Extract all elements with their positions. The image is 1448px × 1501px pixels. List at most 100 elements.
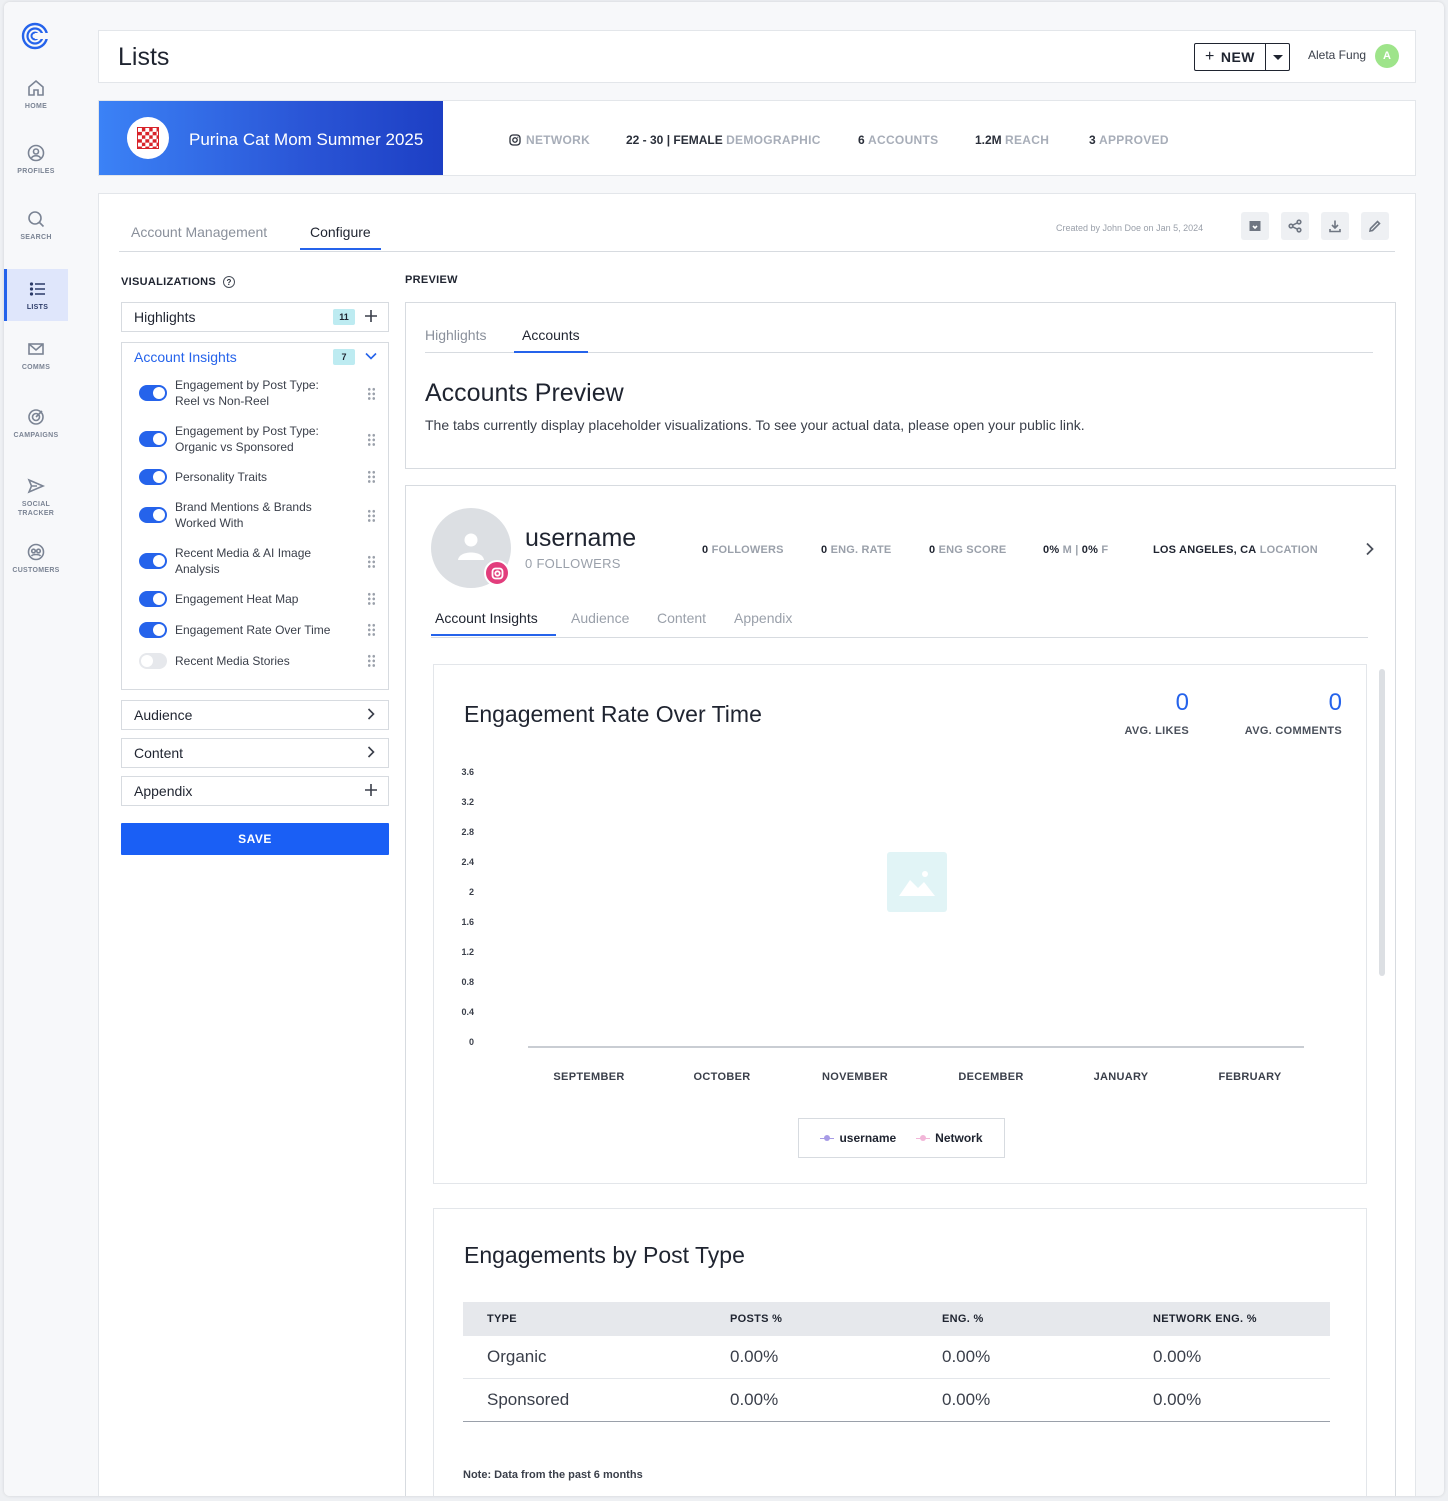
new-dropdown-button[interactable]: [1265, 44, 1289, 70]
y-tick-label: 1.2: [461, 947, 474, 957]
drag-handle-icon[interactable]: [367, 509, 376, 523]
nav-profiles-label: PROFILES: [17, 167, 55, 175]
toggle-switch[interactable]: [139, 469, 167, 485]
audience-header[interactable]: Audience: [122, 701, 388, 729]
new-button[interactable]: + NEW: [1195, 44, 1265, 70]
eng-score-label: ENG SCORE: [938, 544, 1007, 556]
next-account-button[interactable]: [1364, 542, 1376, 556]
plus-icon[interactable]: [364, 783, 378, 797]
mail-icon: [28, 342, 44, 355]
highlights-header[interactable]: Highlights 11: [122, 303, 388, 331]
nav-home[interactable]: HOME: [4, 68, 68, 120]
tab-account-management[interactable]: Account Management: [121, 224, 277, 248]
legend-item-username[interactable]: username: [820, 1131, 896, 1145]
highlights-count-badge: 11: [333, 309, 355, 325]
account-preview-card: username 0 FOLLOWERS 0 FOLLOWERS 0 ENG. …: [405, 485, 1396, 1496]
download-icon: [1329, 220, 1341, 233]
accounts-value: 6: [858, 133, 865, 147]
network-stat: NETWORK: [509, 133, 590, 147]
new-button-group: + NEW: [1194, 43, 1291, 71]
save-button[interactable]: SAVE: [121, 823, 389, 855]
nav-campaigns[interactable]: CAMPAIGNS: [4, 397, 68, 449]
tab-accounts[interactable]: Accounts: [514, 327, 588, 353]
account-insights-section: Account Insights 7 Engagement by Post Ty…: [121, 342, 389, 690]
tab-appendix[interactable]: Appendix: [734, 610, 792, 634]
eng-rate-stat: 0 ENG. RATE: [821, 544, 891, 556]
edit-button[interactable]: [1361, 212, 1389, 240]
header-network-eng: NETWORK ENG. %: [1153, 1313, 1257, 1325]
drag-handle-icon[interactable]: [367, 387, 376, 401]
chevron-right-icon[interactable]: [364, 707, 378, 721]
new-button-label: NEW: [1220, 49, 1256, 65]
nav-social-tracker[interactable]: SOCIAL TRACKER: [4, 469, 68, 525]
audience-section[interactable]: Audience: [121, 700, 389, 730]
appendix-section[interactable]: Appendix: [121, 776, 389, 806]
toggle-switch[interactable]: [139, 431, 167, 447]
toggle-row: Engagement by Post Type: Reel vs Non-Ree…: [122, 377, 388, 423]
table-row: Organic 0.00% 0.00% 0.00%: [463, 1336, 1330, 1379]
tab-account-insights[interactable]: Account Insights: [431, 610, 556, 636]
user-name[interactable]: Aleta Fung: [1308, 48, 1366, 62]
chevron-down-icon[interactable]: [364, 349, 378, 363]
account-insights-header[interactable]: Account Insights 7: [122, 343, 388, 371]
toggle-row: Brand Mentions & Brands Worked With: [122, 499, 388, 545]
content-section[interactable]: Content: [121, 738, 389, 768]
content-label: Content: [134, 745, 184, 761]
archive-button[interactable]: [1241, 212, 1269, 240]
drag-handle-icon[interactable]: [367, 433, 376, 447]
nav-lists-label: LISTS: [26, 303, 49, 311]
cell-posts: 0.00%: [730, 1347, 779, 1366]
nav-search[interactable]: SEARCH: [4, 199, 68, 251]
reach-label: REACH: [1005, 133, 1050, 147]
highlights-section[interactable]: Highlights 11: [121, 302, 389, 332]
brand-logo: [127, 117, 169, 159]
post-type-card: Engagements by Post Type TYPE POSTS % EN…: [433, 1208, 1367, 1496]
scrollbar[interactable]: [1379, 669, 1385, 976]
nav-lists[interactable]: LISTS: [4, 269, 68, 321]
toggle-switch[interactable]: [139, 507, 167, 523]
eng-rate-value: 0: [821, 544, 828, 556]
chevron-right-icon[interactable]: [364, 745, 378, 759]
download-button[interactable]: [1321, 212, 1349, 240]
followers-value: 0: [702, 544, 709, 556]
drag-handle-icon[interactable]: [367, 555, 376, 569]
approved-stat: 3 APPROVED: [1089, 133, 1169, 147]
help-icon[interactable]: ?: [223, 276, 236, 288]
share-button[interactable]: [1281, 212, 1309, 240]
table-row: Sponsored 0.00% 0.00% 0.00%: [463, 1379, 1330, 1422]
appendix-header[interactable]: Appendix: [122, 777, 388, 805]
nav-comms[interactable]: COMMS: [4, 329, 68, 381]
toggle-switch[interactable]: [139, 385, 167, 401]
demographic-stat: 22 - 30 | FEMALE DEMOGRAPHIC: [626, 133, 821, 147]
avg-comments-value: 0: [1328, 689, 1342, 716]
tab-configure[interactable]: Configure: [300, 224, 381, 250]
toggle-switch[interactable]: [139, 622, 167, 638]
drag-handle-icon[interactable]: [367, 623, 376, 637]
page-title: Lists: [118, 43, 170, 71]
toggle-switch[interactable]: [139, 653, 167, 669]
image-placeholder-icon: [887, 852, 947, 912]
toggle-switch[interactable]: [139, 591, 167, 607]
drag-handle-icon[interactable]: [367, 470, 376, 484]
drag-handle-icon[interactable]: [367, 654, 376, 668]
tab-audience[interactable]: Audience: [571, 610, 629, 634]
content-header[interactable]: Content: [122, 739, 388, 767]
plus-icon[interactable]: [364, 309, 378, 323]
tab-highlights[interactable]: Highlights: [425, 327, 486, 351]
archive-icon: [1249, 221, 1261, 231]
app-logo-icon[interactable]: [21, 22, 49, 50]
nav-profiles[interactable]: PROFILES: [4, 133, 68, 185]
x-tick-label: NOVEMBER: [822, 1071, 888, 1083]
toggle-row: Engagement Heat Map: [122, 591, 388, 622]
toggle-switch[interactable]: [139, 553, 167, 569]
user-avatar[interactable]: A: [1375, 44, 1399, 68]
x-axis-line: [528, 1046, 1304, 1048]
nav-customers[interactable]: CUSTOMERS: [4, 532, 68, 584]
instagram-badge: [484, 560, 510, 586]
drag-handle-icon[interactable]: [367, 592, 376, 606]
caret-down-icon: [1272, 54, 1283, 60]
legend-item-network[interactable]: Network: [916, 1131, 983, 1145]
toggle-label: Brand Mentions & Brands Worked With: [175, 500, 312, 530]
eng-rate-label: ENG. RATE: [830, 544, 892, 556]
tab-content[interactable]: Content: [657, 610, 706, 634]
